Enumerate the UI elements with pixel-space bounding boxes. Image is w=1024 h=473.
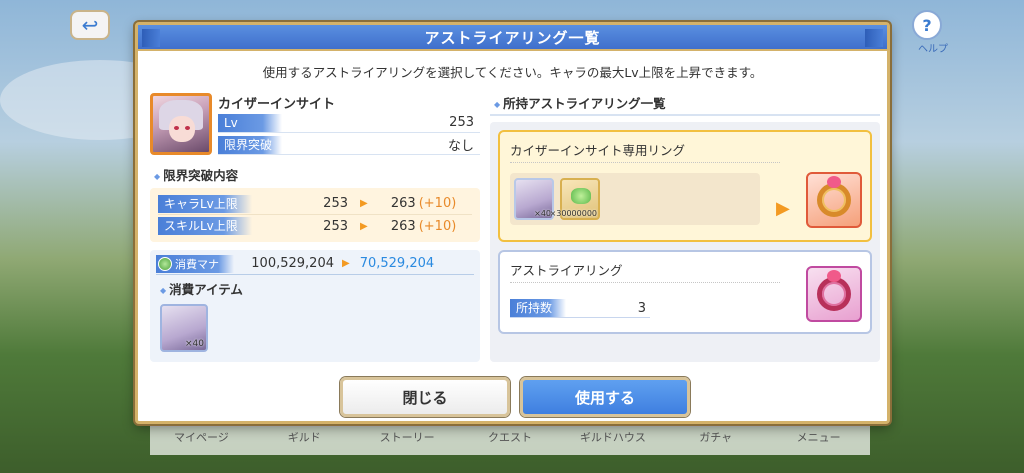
mana-row: 消費マナ 100,529,204 ▶ 70,529,204 — [156, 254, 474, 275]
mana-stone-icon: ×30000000 — [550, 178, 600, 220]
skill-lv-limit-row: スキルLv上限 253 ▶ 263 (+10) — [158, 215, 472, 237]
ring-list: カイザーインサイト専用リング ×40 ×30000000 ▶ アストライアリング — [490, 122, 880, 362]
ring-card-exclusive[interactable]: カイザーインサイト専用リング ×40 ×30000000 ▶ — [498, 130, 872, 242]
nav-mypage[interactable]: マイページ — [150, 427, 253, 455]
ring-card-astraea[interactable]: アストライアリング 所持数 3 — [498, 250, 872, 334]
header-corner-deco — [142, 29, 160, 47]
item-count: ×40 — [185, 339, 204, 349]
mana-old-value: 100,529,204 — [251, 256, 334, 271]
material-count: ×40 — [534, 209, 551, 218]
lv-value: 253 — [449, 115, 474, 130]
nav-gacha[interactable]: ガチャ — [664, 427, 767, 455]
char-lv-limit-old: 253 — [323, 196, 348, 211]
materials-box: ×40 ×30000000 — [510, 173, 760, 225]
nav-menu[interactable]: メニュー — [767, 427, 870, 455]
limit-box: キャラLv上限 253 ▶ 263 (+10) スキルLv上限 253 ▶ 26… — [150, 188, 480, 242]
ring-name: アストライアリング — [510, 260, 780, 283]
character-row: カイザーインサイト Lv 253 限界突破 なし — [150, 93, 480, 157]
nav-quest[interactable]: クエスト — [459, 427, 562, 455]
skill-lv-limit-old: 253 — [323, 218, 348, 234]
material-count: ×30000000 — [549, 209, 597, 218]
owned-value: 3 — [637, 300, 646, 316]
lv-label: Lv — [218, 113, 282, 132]
help-label: ヘルプ — [918, 44, 948, 55]
nav-guild[interactable]: ギルド — [253, 427, 356, 455]
back-arrow-icon: ↩ — [81, 13, 99, 37]
memory-piece-item[interactable]: ×40 — [160, 304, 208, 352]
mana-new-value: 70,529,204 — [359, 256, 435, 271]
mana-label: 消費マナ — [175, 257, 219, 271]
limit-break-label: 限界突破 — [218, 135, 282, 154]
question-icon: ? — [922, 15, 932, 35]
character-info: カイザーインサイト Lv 253 限界突破 なし — [218, 93, 480, 157]
instructions-text: 使用するアストライアリングを選択してください。キャラの最大Lv上限を上昇できます… — [262, 65, 763, 80]
help-button[interactable]: ? — [912, 10, 942, 40]
left-panel: カイザーインサイト Lv 253 限界突破 なし 限界突破内容 キャラLv上限 … — [150, 93, 480, 362]
arrow-right-icon: ▶ — [342, 258, 350, 269]
bottom-nav: マイページ ギルド ストーリー クエスト ギルドハウス ガチャ メニュー — [150, 425, 870, 455]
astraea-ring-icon — [806, 266, 862, 322]
limit-section-title: 限界突破内容 — [150, 165, 480, 184]
skill-lv-limit-plus: (+10) — [418, 218, 457, 234]
dialog-title: アストライアリング一覧 — [424, 28, 601, 47]
char-lv-limit-plus: (+10) — [418, 196, 457, 211]
dialog-header: アストライアリング一覧 — [138, 25, 887, 51]
use-button[interactable]: 使用する — [520, 377, 690, 417]
exclusive-ring-icon — [806, 172, 862, 228]
skill-lv-limit-new: 263 — [390, 218, 416, 234]
nav-story[interactable]: ストーリー — [356, 427, 459, 455]
arrow-right-icon: ▶ — [360, 198, 368, 209]
cost-box: 消費マナ 100,529,204 ▶ 70,529,204 消費アイテム ×40 — [150, 250, 480, 362]
skill-lv-limit-label: スキルLv上限 — [158, 217, 252, 235]
character-memory-piece-icon: ×40 — [514, 178, 554, 220]
ring-list-title: 所持アストライアリング一覧 — [490, 93, 880, 116]
items-title: 消費アイテム — [156, 279, 474, 298]
arrow-right-icon: ▶ — [776, 198, 790, 219]
mana-icon — [158, 256, 172, 271]
character-portrait — [150, 93, 212, 155]
lv-row: Lv 253 — [218, 113, 480, 133]
character-name: カイザーインサイト — [218, 97, 336, 112]
nav-guildhouse[interactable]: ギルドハウス — [561, 427, 664, 455]
ring-name: カイザーインサイト専用リング — [510, 140, 780, 163]
limit-break-row: 限界突破 なし — [218, 135, 480, 155]
back-button[interactable]: ↩ — [70, 10, 110, 40]
owned-label: 所持数 — [510, 299, 566, 317]
close-button[interactable]: 閉じる — [340, 377, 510, 417]
arrow-right-icon: ▶ — [360, 220, 368, 232]
header-corner-deco — [865, 29, 883, 47]
char-lv-limit-label: キャラLv上限 — [158, 194, 252, 213]
limit-break-value: なし — [447, 139, 474, 154]
char-lv-limit-row: キャラLv上限 253 ▶ 263 (+10) — [158, 193, 472, 215]
owned-row: 所持数 3 — [510, 299, 650, 318]
astraea-ring-dialog: アストライアリング一覧 使用するアストライアリングを選択してください。キャラの最… — [135, 22, 890, 424]
right-panel: 所持アストライアリング一覧 カイザーインサイト専用リング ×40 ×300000… — [490, 93, 880, 362]
mana-label-tag: 消費マナ — [156, 254, 234, 273]
char-lv-limit-new: 263 — [390, 196, 416, 211]
